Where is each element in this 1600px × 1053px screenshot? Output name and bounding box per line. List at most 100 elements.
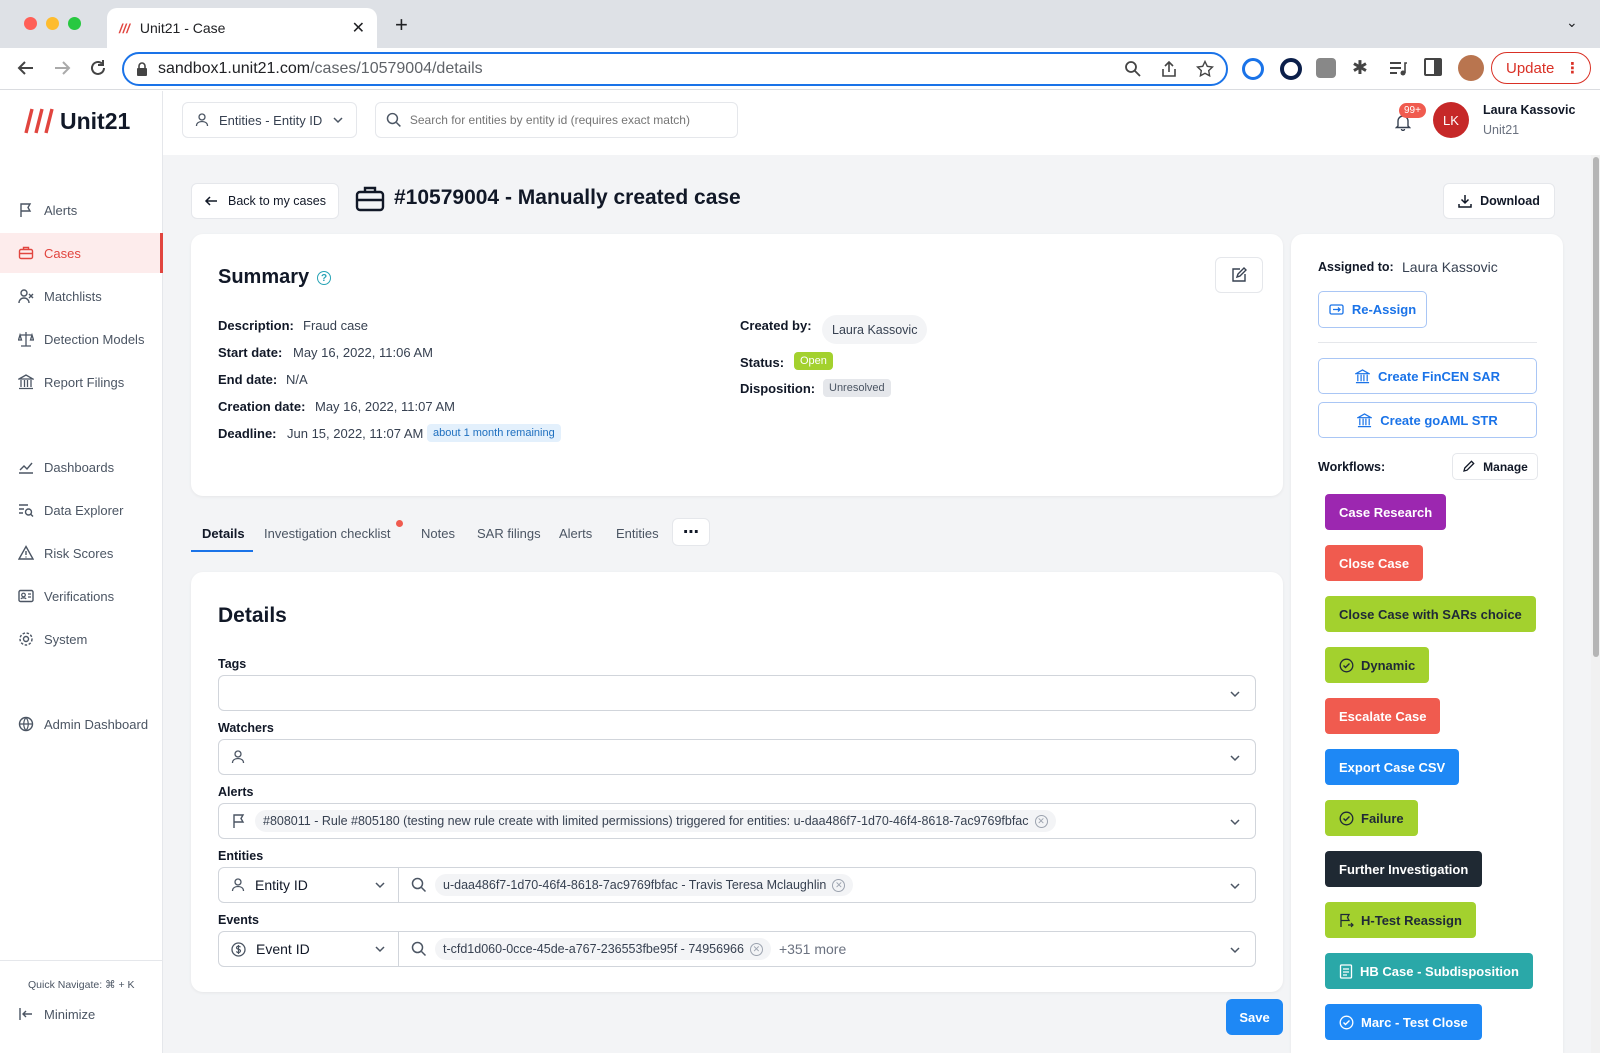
- creation-date-label: Creation date:: [218, 399, 306, 414]
- entity-select-value: Entities - Entity ID: [219, 112, 323, 128]
- more-tabs-button[interactable]: ⋯: [672, 518, 710, 546]
- help-icon[interactable]: ?: [317, 271, 331, 285]
- entity-type-value: Entity ID: [255, 877, 308, 893]
- alert-chip[interactable]: #808011 - Rule #805180 (testing new rule…: [255, 810, 1056, 832]
- entity-search-select[interactable]: u-daa486f7-1d70-46f4-8618-7ac9769fbfac -…: [411, 868, 854, 902]
- sidebar-item-alerts[interactable]: Alerts: [0, 190, 163, 230]
- minimize-sidebar-button[interactable]: Minimize: [0, 994, 163, 1034]
- sidebar-item-matchlists[interactable]: Matchlists: [0, 276, 163, 316]
- workflow-close-case-sars-button[interactable]: Close Case with SARs choice: [1325, 596, 1536, 632]
- watchers-select[interactable]: [218, 739, 1256, 775]
- entity-type-select[interactable]: Entities - Entity ID: [182, 102, 357, 138]
- workflow-export-csv-button[interactable]: Export Case CSV: [1325, 749, 1460, 785]
- profile-avatar[interactable]: [1458, 55, 1484, 81]
- tab-entities[interactable]: Entities: [616, 526, 659, 541]
- workflow-label: Dynamic: [1361, 657, 1416, 673]
- event-chip[interactable]: t-cfd1d060-0cce-45de-a767-236553fbe95f -…: [435, 938, 771, 960]
- extension-3-icon[interactable]: [1316, 58, 1336, 78]
- create-fincen-sar-button[interactable]: Create FinCEN SAR: [1318, 358, 1537, 394]
- more-events-count[interactable]: +351 more: [779, 941, 846, 957]
- close-window-button[interactable]: [24, 17, 37, 30]
- bookmark-star-icon[interactable]: [1196, 60, 1214, 78]
- extensions-puzzle-icon[interactable]: ✱: [1352, 57, 1368, 80]
- remove-chip-icon[interactable]: ✕: [832, 878, 846, 892]
- tab-list-chevron-icon[interactable]: ⌄: [1566, 14, 1578, 31]
- workflow-dynamic-button[interactable]: Dynamic: [1325, 647, 1430, 683]
- remove-chip-icon[interactable]: ✕: [1034, 814, 1048, 828]
- sidebar-item-risk-scores[interactable]: Risk Scores: [0, 533, 163, 573]
- workflow-marc-test-close-button[interactable]: Marc - Test Close: [1325, 1004, 1482, 1040]
- workflow-failure-button[interactable]: Failure: [1325, 800, 1418, 836]
- forward-arrow-icon[interactable]: [52, 58, 72, 78]
- workflow-hb-case-subdisposition-button[interactable]: HB Case - Subdisposition: [1325, 953, 1533, 989]
- event-search-select[interactable]: t-cfd1d060-0cce-45de-a767-236553fbe95f -…: [411, 932, 846, 966]
- extension-2-icon[interactable]: [1280, 58, 1302, 80]
- maximize-window-button[interactable]: [68, 17, 81, 30]
- save-button[interactable]: Save: [1226, 999, 1283, 1035]
- search-icon: [411, 877, 427, 893]
- workflow-case-research-button[interactable]: Case Research: [1325, 494, 1447, 530]
- sidebar-item-label: Cases: [44, 245, 81, 261]
- entity-search-field[interactable]: [375, 102, 738, 138]
- sidebar-item-admin-dashboard[interactable]: Admin Dashboard: [0, 704, 163, 744]
- workflow-h-test-reassign-button[interactable]: H-Test Reassign: [1325, 902, 1476, 938]
- download-button[interactable]: Download: [1443, 183, 1555, 219]
- alerts-select[interactable]: #808011 - Rule #805180 (testing new rule…: [218, 803, 1256, 839]
- scrollbar-thumb[interactable]: [1593, 157, 1599, 657]
- arrow-left-icon: [204, 196, 217, 206]
- sidebar-item-verifications[interactable]: Verifications: [0, 576, 163, 616]
- manage-workflows-button[interactable]: Manage: [1452, 453, 1538, 480]
- entity-search-input[interactable]: [409, 113, 727, 127]
- back-to-cases-button[interactable]: Back to my cases: [191, 183, 339, 219]
- reassign-button[interactable]: Re-Assign: [1318, 291, 1427, 328]
- workflow-close-case-button[interactable]: Close Case: [1325, 545, 1424, 581]
- scale-icon: [18, 332, 34, 347]
- sidebar-item-system[interactable]: System: [0, 619, 163, 659]
- update-label: Update: [1506, 59, 1555, 77]
- minimize-window-button[interactable]: [46, 17, 59, 30]
- entity-chip[interactable]: u-daa486f7-1d70-46f4-8618-7ac9769fbfac -…: [435, 874, 854, 896]
- sidebar-item-dashboards[interactable]: Dashboards: [0, 447, 163, 487]
- sidebar-item-label: Detection Models: [44, 331, 145, 347]
- event-id-type-select[interactable]: Event ID: [219, 932, 399, 966]
- create-goaml-str-button[interactable]: Create goAML STR: [1318, 402, 1537, 438]
- user-x-icon: [18, 289, 34, 304]
- reassign-icon: [1329, 304, 1344, 315]
- reload-icon[interactable]: [88, 58, 108, 78]
- user-avatar[interactable]: LK: [1433, 102, 1469, 138]
- edit-summary-button[interactable]: [1215, 257, 1263, 293]
- workflow-label: H-Test Reassign: [1361, 912, 1462, 928]
- browser-tab[interactable]: /// Unit21 - Case ✕: [107, 8, 377, 48]
- tab-alerts[interactable]: Alerts: [559, 526, 592, 541]
- workflow-escalate-case-button[interactable]: Escalate Case: [1325, 698, 1441, 734]
- briefcase-icon: [18, 246, 34, 260]
- unit21-logo[interactable]: Unit21: [24, 107, 130, 135]
- share-icon[interactable]: [1160, 60, 1178, 78]
- media-control-icon[interactable]: [1388, 58, 1408, 78]
- sidebar-item-data-explorer[interactable]: Data Explorer: [0, 490, 163, 530]
- remove-chip-icon[interactable]: ✕: [749, 942, 763, 956]
- zoom-icon[interactable]: [1124, 60, 1142, 78]
- user-org: Unit21: [1483, 123, 1520, 137]
- new-tab-button[interactable]: +: [395, 12, 408, 38]
- tab-sar-filings[interactable]: SAR filings: [477, 526, 541, 541]
- close-tab-icon[interactable]: ✕: [352, 18, 365, 38]
- sidebar-item-detection-models[interactable]: Detection Models: [0, 319, 163, 359]
- entity-id-type-select[interactable]: Entity ID: [219, 868, 399, 902]
- user-name[interactable]: Laura Kassovic: [1483, 103, 1575, 117]
- sidebar-item-report-filings[interactable]: Report Filings: [0, 362, 163, 402]
- sidebar-item-cases[interactable]: Cases: [0, 233, 163, 273]
- workflow-label: Case Research: [1339, 504, 1433, 520]
- tab-notes[interactable]: Notes: [421, 526, 455, 541]
- edit-icon: [1232, 267, 1247, 282]
- address-bar[interactable]: sandbox1.unit21.com/cases/10579004/detai…: [122, 52, 1228, 86]
- side-panel-icon[interactable]: [1424, 58, 1442, 76]
- tags-select[interactable]: [218, 675, 1256, 711]
- update-button[interactable]: Update ⋮: [1491, 52, 1591, 84]
- workflow-further-investigation-button[interactable]: Further Investigation: [1325, 851, 1483, 887]
- extension-1-icon[interactable]: [1242, 58, 1264, 80]
- back-arrow-icon[interactable]: [16, 58, 36, 78]
- tab-investigation-checklist[interactable]: Investigation checklist: [264, 526, 390, 541]
- browser-toolbar: sandbox1.unit21.com/cases/10579004/detai…: [0, 48, 1600, 90]
- tab-details[interactable]: Details: [202, 526, 245, 541]
